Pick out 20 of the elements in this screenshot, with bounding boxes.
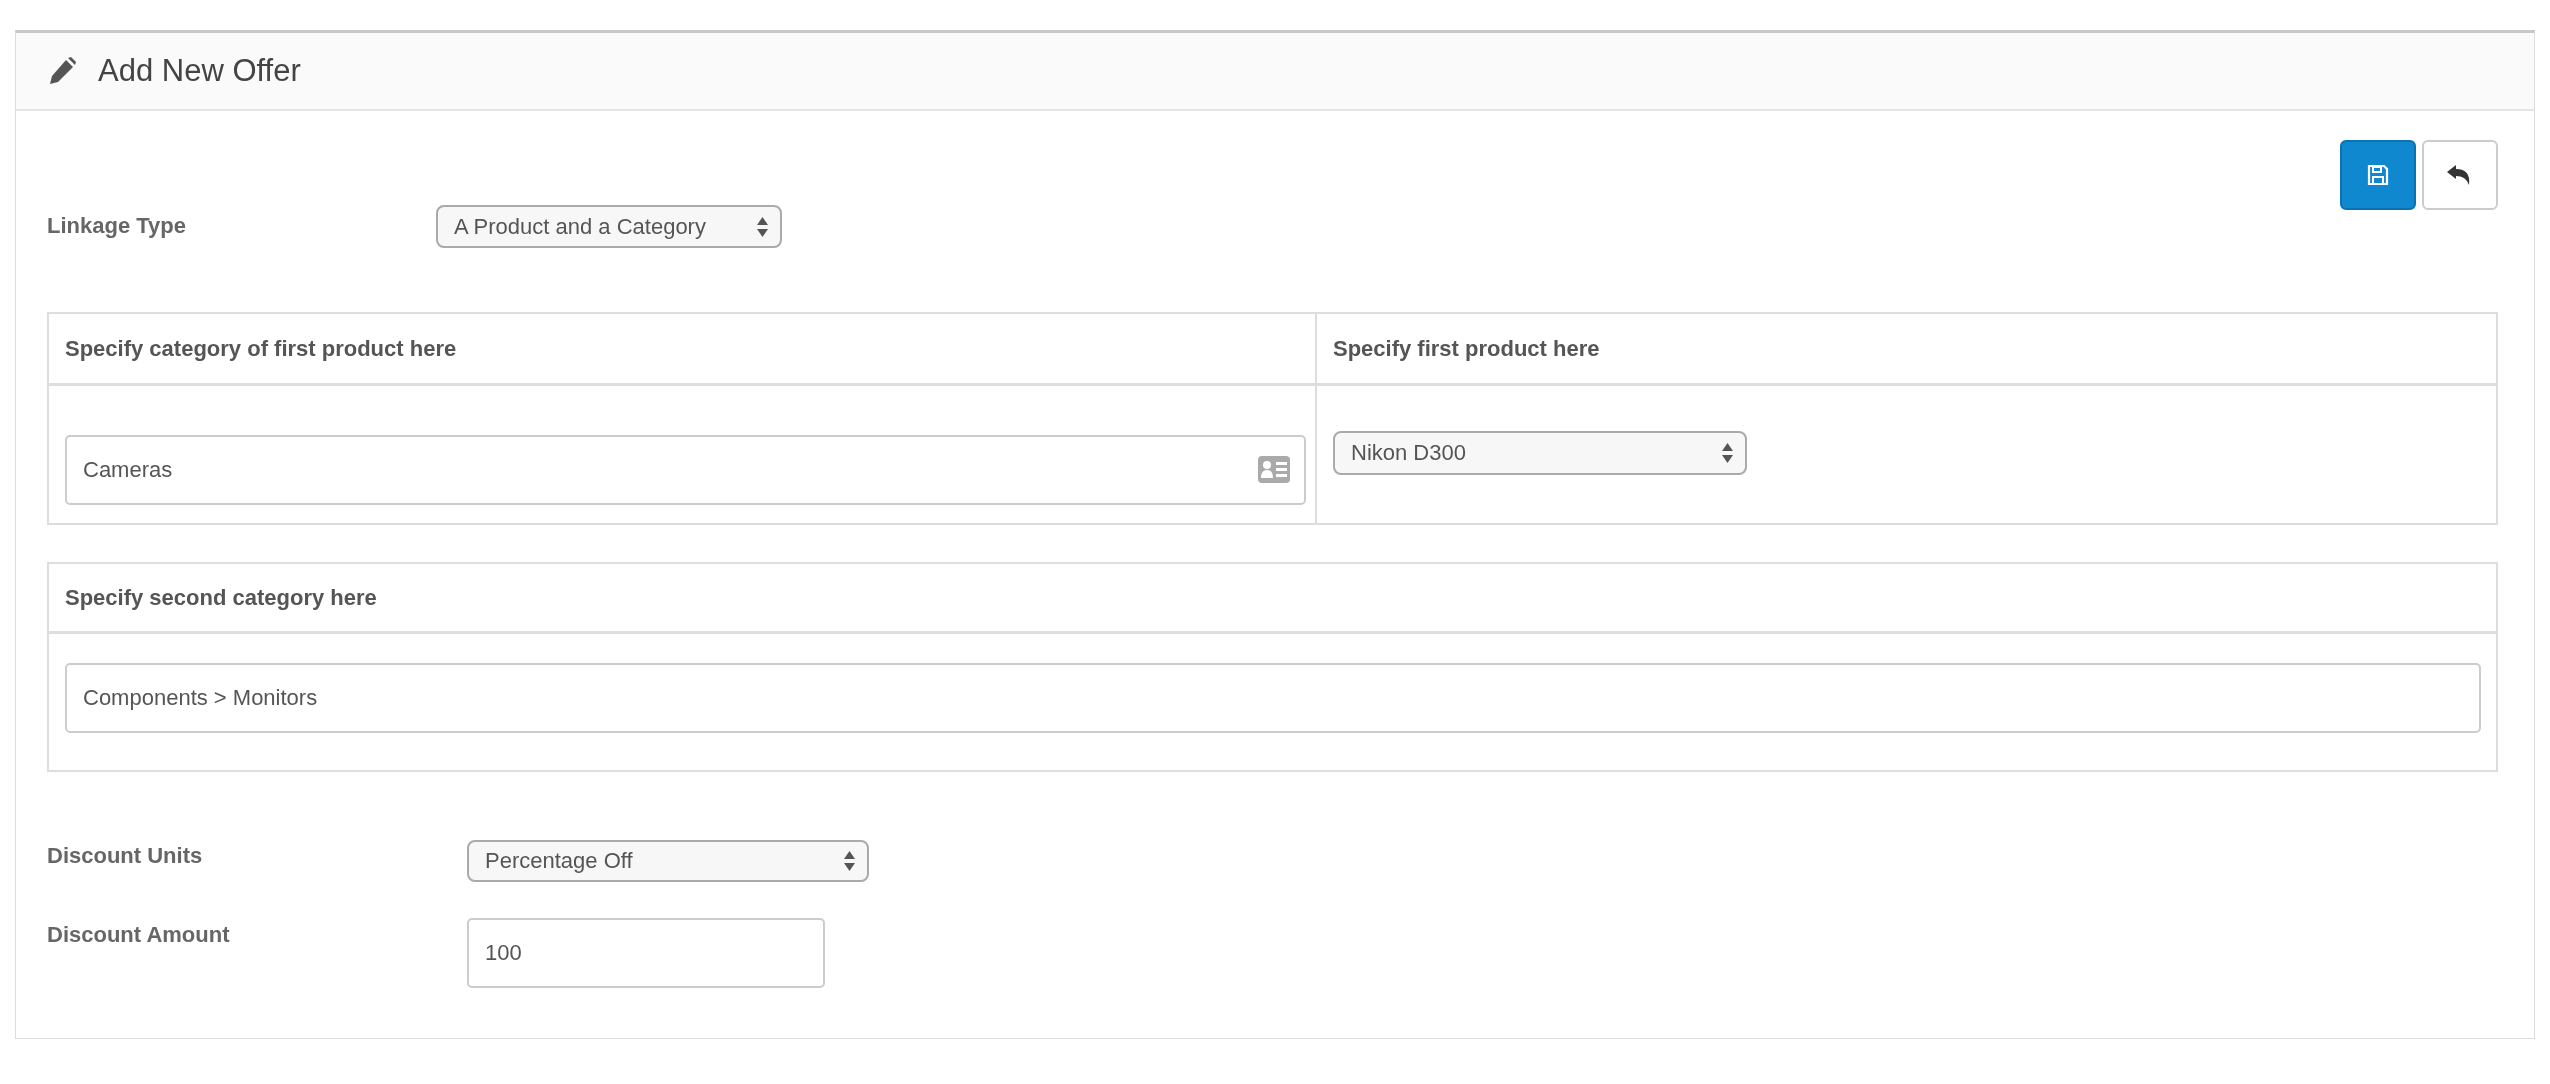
- up-down-arrows-icon: [757, 216, 768, 237]
- contact-card-icon: [1258, 456, 1290, 483]
- column-header: Specify second category here: [64, 583, 377, 612]
- pencil-icon: [48, 57, 76, 85]
- column-header: Specify first product here: [1332, 334, 1601, 363]
- field-label: Linkage Type: [47, 212, 187, 239]
- select-dropdown[interactable]: Percentage Off: [467, 840, 869, 882]
- panel-title: Add New Offer: [98, 53, 301, 89]
- text-field[interactable]: Components > Monitors: [65, 663, 2481, 733]
- up-down-arrows-icon: [844, 851, 855, 871]
- field-label: Discount Amount: [47, 921, 231, 948]
- back-button[interactable]: [2422, 140, 2498, 210]
- field-label: Discount Units: [47, 842, 204, 869]
- select-dropdown[interactable]: Nikon D300: [1333, 431, 1747, 475]
- column-header: Specify category of first product here: [49, 314, 1317, 383]
- select-dropdown[interactable]: A Product and a Category: [436, 205, 782, 248]
- save-button[interactable]: [2340, 140, 2416, 210]
- up-down-arrows-icon: [1722, 443, 1733, 463]
- text-field[interactable]: Cameras: [65, 435, 1306, 505]
- text-field[interactable]: 100: [467, 918, 825, 988]
